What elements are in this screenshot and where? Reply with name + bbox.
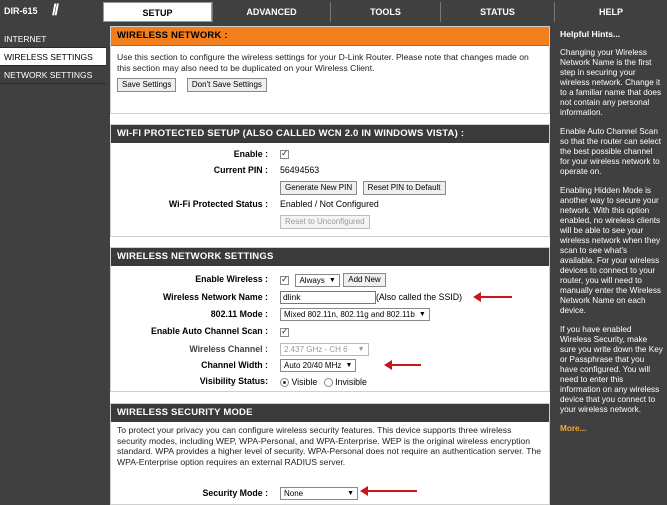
visibility-label: Visibility Status: [199,376,268,386]
channel-width-select[interactable]: Auto 20/40 MHz ▼ [280,359,357,372]
wps-enable-checkbox[interactable] [280,148,289,160]
security-mode-select[interactable]: None ▼ [280,487,358,500]
annotation-arrow-security-icon [360,486,417,496]
channel-width-value: Auto 20/40 MHz [284,361,342,370]
tab-status[interactable]: STATUS [440,2,554,22]
visible-radio[interactable] [280,378,289,388]
main-content: WIRELESS NETWORK : Use this section to c… [110,26,550,505]
channel-width-label: Channel Width : [201,360,268,370]
sidebar: INTERNET WIRELESS SETTINGS NETWORK SETTI… [0,22,106,505]
current-pin-value: 56494563 [280,165,320,175]
hints-title: Helpful Hints... [560,29,621,39]
model-name: DIR-615 [4,6,38,16]
sidebar-item-wireless-settings[interactable]: WIRELESS SETTINGS [0,48,106,66]
tab-tools[interactable]: TOOLS [330,2,440,22]
dropdown-arrow-icon: ▼ [345,362,353,369]
tab-help[interactable]: HELP [554,2,667,22]
ssid-note: (Also called the SSID) [376,291,463,302]
mode-select[interactable]: Mixed 802.11n, 802.11g and 802.11b ▼ [280,308,430,321]
dropdown-arrow-icon: ▼ [418,311,426,318]
network-name-label: Wireless Network Name : [162,292,268,302]
hint-paragraph: Changing your Wireless Network Name is t… [560,48,662,117]
tab-advanced[interactable]: ADVANCED [212,2,330,22]
wps-status-label: Wi-Fi Protected Status : [168,199,268,209]
section-title: WIRELESS NETWORK : [111,27,549,46]
wireless-network-settings-section: WIRELESS NETWORK SETTINGS Enable Wireles… [110,247,550,392]
tab-setup[interactable]: SETUP [103,2,212,22]
helpful-hints-panel: Helpful Hints... Changing your Wireless … [554,26,667,505]
dropdown-arrow-icon: ▼ [357,346,365,353]
wps-status-value: Enabled / Not Configured [280,199,379,209]
security-mode-value: None [284,489,304,498]
enable-wireless-label: Enable Wireless : [195,274,268,284]
hint-paragraph: If you have enabled Wireless Security, m… [560,325,663,414]
visible-label: Visible [291,377,318,387]
model-label: DIR-615 // [0,0,80,22]
dropdown-arrow-icon: ▼ [328,276,336,284]
logo-slashes-icon: // [52,2,59,19]
more-link[interactable]: More... [560,424,663,434]
wireless-channel-label: Wireless Channel : [189,344,268,354]
network-name-input[interactable]: dlink [280,291,376,304]
section-title: WIRELESS NETWORK SETTINGS [111,248,549,266]
schedule-value: Always [299,275,325,285]
auto-channel-checkbox[interactable] [280,326,289,338]
enable-wireless-checkbox[interactable] [280,274,289,285]
generate-pin-button[interactable]: Generate New PIN [280,181,358,195]
hint-paragraph: Enable Auto Channel Scan so that the rou… [560,127,662,176]
section-title: WIRELESS SECURITY MODE [111,404,549,422]
hint-paragraph: Enabling Hidden Mode is another way to s… [560,186,662,315]
sidebar-item-network-settings[interactable]: NETWORK SETTINGS [0,66,106,84]
mode-label: 802.11 Mode : [210,309,268,319]
auto-channel-label: Enable Auto Channel Scan : [151,326,268,336]
channel-value: 2.437 GHz - CH 6 [284,345,348,354]
reset-pin-button[interactable]: Reset PIN to Default [362,181,446,195]
current-pin-label: Current PIN : [213,165,268,175]
dont-save-settings-button[interactable]: Don't Save Settings [186,78,267,92]
intro-text: Use this section to configure the wirele… [117,52,529,73]
top-navigation: DIR-615 // SETUP ADVANCED TOOLS STATUS H… [0,0,667,22]
security-intro-text: To protect your privacy you can configur… [117,425,542,467]
schedule-select[interactable]: Always ▼ [295,273,340,287]
mode-value: Mixed 802.11n, 802.11g and 802.11b [284,310,415,319]
add-new-button[interactable]: Add New [343,273,386,287]
invisible-label: Invisible [335,377,367,387]
reset-unconfigured-button[interactable]: Reset to Unconfigured [280,215,370,229]
wireless-network-section: WIRELESS NETWORK : Use this section to c… [110,26,550,114]
section-title: WI-FI PROTECTED SETUP (ALSO CALLED WCN 2… [111,125,549,143]
wireless-security-section: WIRELESS SECURITY MODE To protect your p… [110,403,550,505]
sidebar-item-internet[interactable]: INTERNET [0,30,106,48]
annotation-arrow-ssid-icon [473,292,512,302]
wps-section: WI-FI PROTECTED SETUP (ALSO CALLED WCN 2… [110,124,550,237]
wps-enable-label: Enable : [233,149,268,159]
dropdown-arrow-icon: ▼ [347,490,354,497]
channel-select[interactable]: 2.437 GHz - CH 6 ▼ [280,343,369,356]
invisible-radio[interactable] [323,378,333,388]
security-mode-label: Security Mode : [202,488,269,498]
annotation-arrow-width-icon [384,360,421,370]
save-settings-button[interactable]: Save Settings [117,78,177,92]
